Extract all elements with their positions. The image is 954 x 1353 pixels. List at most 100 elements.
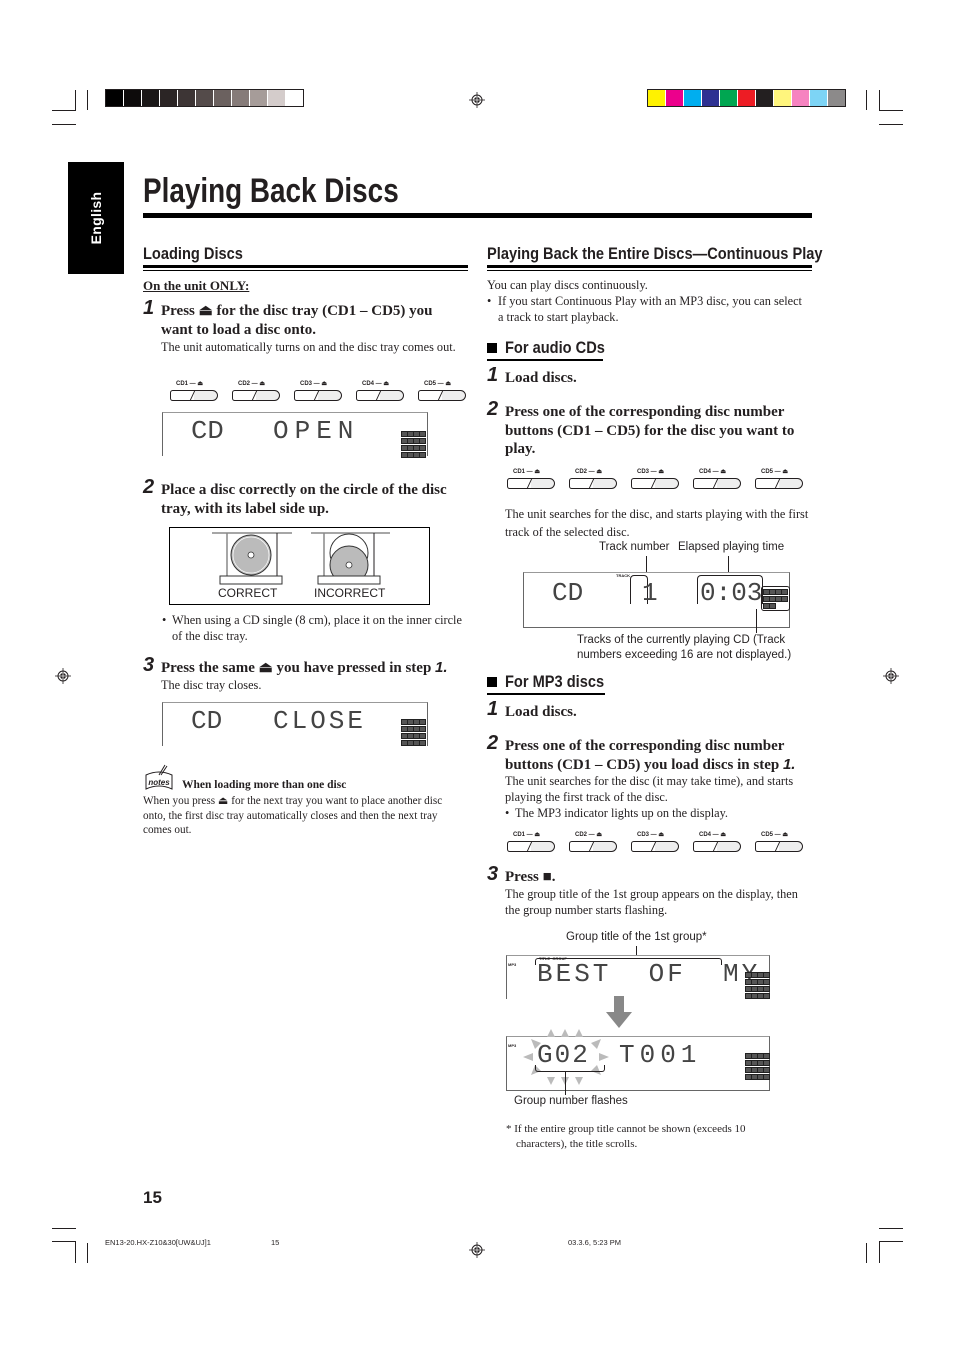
correct-label: CORRECT <box>218 586 278 600</box>
callout-line <box>756 609 757 633</box>
cd4-button[interactable]: CD4 — ⏏ <box>693 468 741 492</box>
callout-group-number-flashes: Group number flashes <box>514 1095 628 1107</box>
lcd-group-title-text: BEST OF MY <box>537 959 761 989</box>
crop-mark <box>866 1243 867 1263</box>
step-description: The group title of the 1st group appears… <box>505 887 798 917</box>
subsection-rule <box>487 693 605 695</box>
color-swatch <box>106 90 124 106</box>
notes-body: When you press ⏏ for the next tray you w… <box>143 795 443 836</box>
bullet-item: • When using a CD single (8 cm), place it… <box>162 613 462 643</box>
cd3-button[interactable]: CD3 — ⏏ <box>631 468 679 492</box>
down-arrow-icon <box>606 996 632 1028</box>
color-calibration-bar <box>647 89 846 107</box>
crop-mark <box>52 1241 76 1242</box>
cd3-button[interactable]: CD3 — ⏏ <box>631 831 679 855</box>
registration-mark-icon <box>469 1242 485 1258</box>
lcd-track-number: T001 <box>619 1040 702 1070</box>
color-swatch <box>684 90 702 106</box>
footer-file-name: EN13-20.HX-Z10&30[UW&UJ]1 <box>105 1238 211 1247</box>
cd1-button[interactable]: CD1 — ⏏ <box>507 468 555 492</box>
notes-icon: notes <box>143 763 175 791</box>
color-swatch <box>286 90 303 106</box>
footer-timestamp: 03.3.6, 5:23 PM <box>568 1238 621 1247</box>
color-swatch <box>124 90 142 106</box>
cd5-button[interactable]: CD5 — ⏏ <box>418 380 466 404</box>
square-bullet-icon <box>487 343 497 353</box>
cd3-button[interactable]: CD3 — ⏏ <box>294 380 342 404</box>
grayscale-calibration-bar <box>105 89 304 107</box>
color-swatch <box>648 90 666 106</box>
disc-tray-illustration <box>212 532 390 585</box>
color-swatch <box>214 90 232 106</box>
cd1-button[interactable]: CD1 — ⏏ <box>507 831 555 855</box>
step-instruction: Press ⏏ for the disc tray (CD1 – CD5) yo… <box>161 303 433 338</box>
subsection-heading: For audio CDs <box>505 338 605 357</box>
lcd-track-grid <box>745 972 770 999</box>
step-number: 3 <box>143 654 155 676</box>
crop-mark <box>75 1241 76 1263</box>
cd5-button[interactable]: CD5 — ⏏ <box>755 831 803 855</box>
crop-mark <box>52 110 76 111</box>
callout-line <box>646 556 647 572</box>
lcd-text-right: CLOSE <box>273 706 367 736</box>
notes-title: When loading more than one disc <box>182 779 347 791</box>
color-swatch <box>792 90 810 106</box>
lcd-display-group-number: MP3 G02 T001 <box>506 1029 770 1091</box>
svg-text:notes: notes <box>148 778 170 787</box>
registration-mark-icon <box>883 668 899 684</box>
cd2-button[interactable]: CD2 — ⏏ <box>569 468 617 492</box>
crop-mark <box>879 1228 903 1229</box>
lcd-track-grid <box>763 589 788 609</box>
cd4-button[interactable]: CD4 — ⏏ <box>693 831 741 855</box>
heading-rule <box>487 265 812 268</box>
crop-mark <box>87 1243 88 1263</box>
cd-button-row: CD1 — ⏏ CD2 — ⏏ CD3 — ⏏ CD4 — ⏏ CD5 — ⏏ <box>507 831 803 855</box>
color-swatch <box>720 90 738 106</box>
step-description: The unit searches for the disc (it may t… <box>505 774 794 804</box>
color-swatch <box>702 90 720 106</box>
cd-button-row: CD1 — ⏏ CD2 — ⏏ CD3 — ⏏ CD4 — ⏏ CD5 — ⏏ <box>170 380 466 404</box>
heading-rule <box>143 270 468 271</box>
crop-mark <box>879 1241 880 1263</box>
bullet-item: • If you start Continuous Play with an MP… <box>487 294 802 324</box>
color-swatch <box>774 90 792 106</box>
lcd-text-left: CD <box>191 706 223 736</box>
cd2-button[interactable]: CD2 — ⏏ <box>569 831 617 855</box>
square-bullet-icon <box>487 677 497 687</box>
step-instruction: Press one of the corresponding disc numb… <box>505 404 795 457</box>
lcd-track-grid <box>745 1053 770 1080</box>
on-unit-only-label: On the unit ONLY: <box>143 278 250 293</box>
lcd-track-grid <box>401 719 426 746</box>
step-instruction: Press ■. <box>505 869 556 885</box>
incorrect-label: INCORRECT <box>314 586 386 600</box>
step-number: 2 <box>487 398 499 420</box>
intro-text: You can play discs continuously. <box>487 278 648 292</box>
callout-line <box>565 1071 566 1095</box>
lcd-text-left: CD <box>191 416 224 446</box>
color-swatch <box>250 90 268 106</box>
cd5-button[interactable]: CD5 — ⏏ <box>755 468 803 492</box>
language-tab: English <box>68 162 124 274</box>
callout-elapsed-time: Elapsed playing time <box>678 541 785 553</box>
subsection-heading: For MP3 discs <box>505 672 605 691</box>
color-swatch <box>196 90 214 106</box>
step-description: The disc tray closes. <box>161 678 262 692</box>
color-swatch <box>756 90 774 106</box>
color-swatch <box>810 90 828 106</box>
registration-mark-icon <box>469 92 485 108</box>
section-heading-continuous-play: Playing Back the Entire Discs—Continuous… <box>487 244 823 263</box>
callout-tracks: Tracks of the currently playing CD (Trac… <box>577 634 792 661</box>
cd4-button[interactable]: CD4 — ⏏ <box>356 380 404 404</box>
step-number: 1 <box>143 297 155 319</box>
color-swatch <box>232 90 250 106</box>
cd2-button[interactable]: CD2 — ⏏ <box>232 380 280 404</box>
step-description: The unit searches for the disc, and star… <box>505 507 809 539</box>
cd1-button[interactable]: CD1 — ⏏ <box>170 380 218 404</box>
lcd-text-right: OPEN <box>273 416 360 446</box>
lcd-track-number: 1 <box>642 578 658 608</box>
heading-rule <box>143 265 468 268</box>
color-swatch <box>828 90 845 106</box>
step-instruction: Place a disc correctly on the circle of … <box>161 482 447 517</box>
step-description: The unit automatically turns on and the … <box>161 340 456 354</box>
lcd-mp3-indicator: MP3 <box>508 1043 517 1048</box>
